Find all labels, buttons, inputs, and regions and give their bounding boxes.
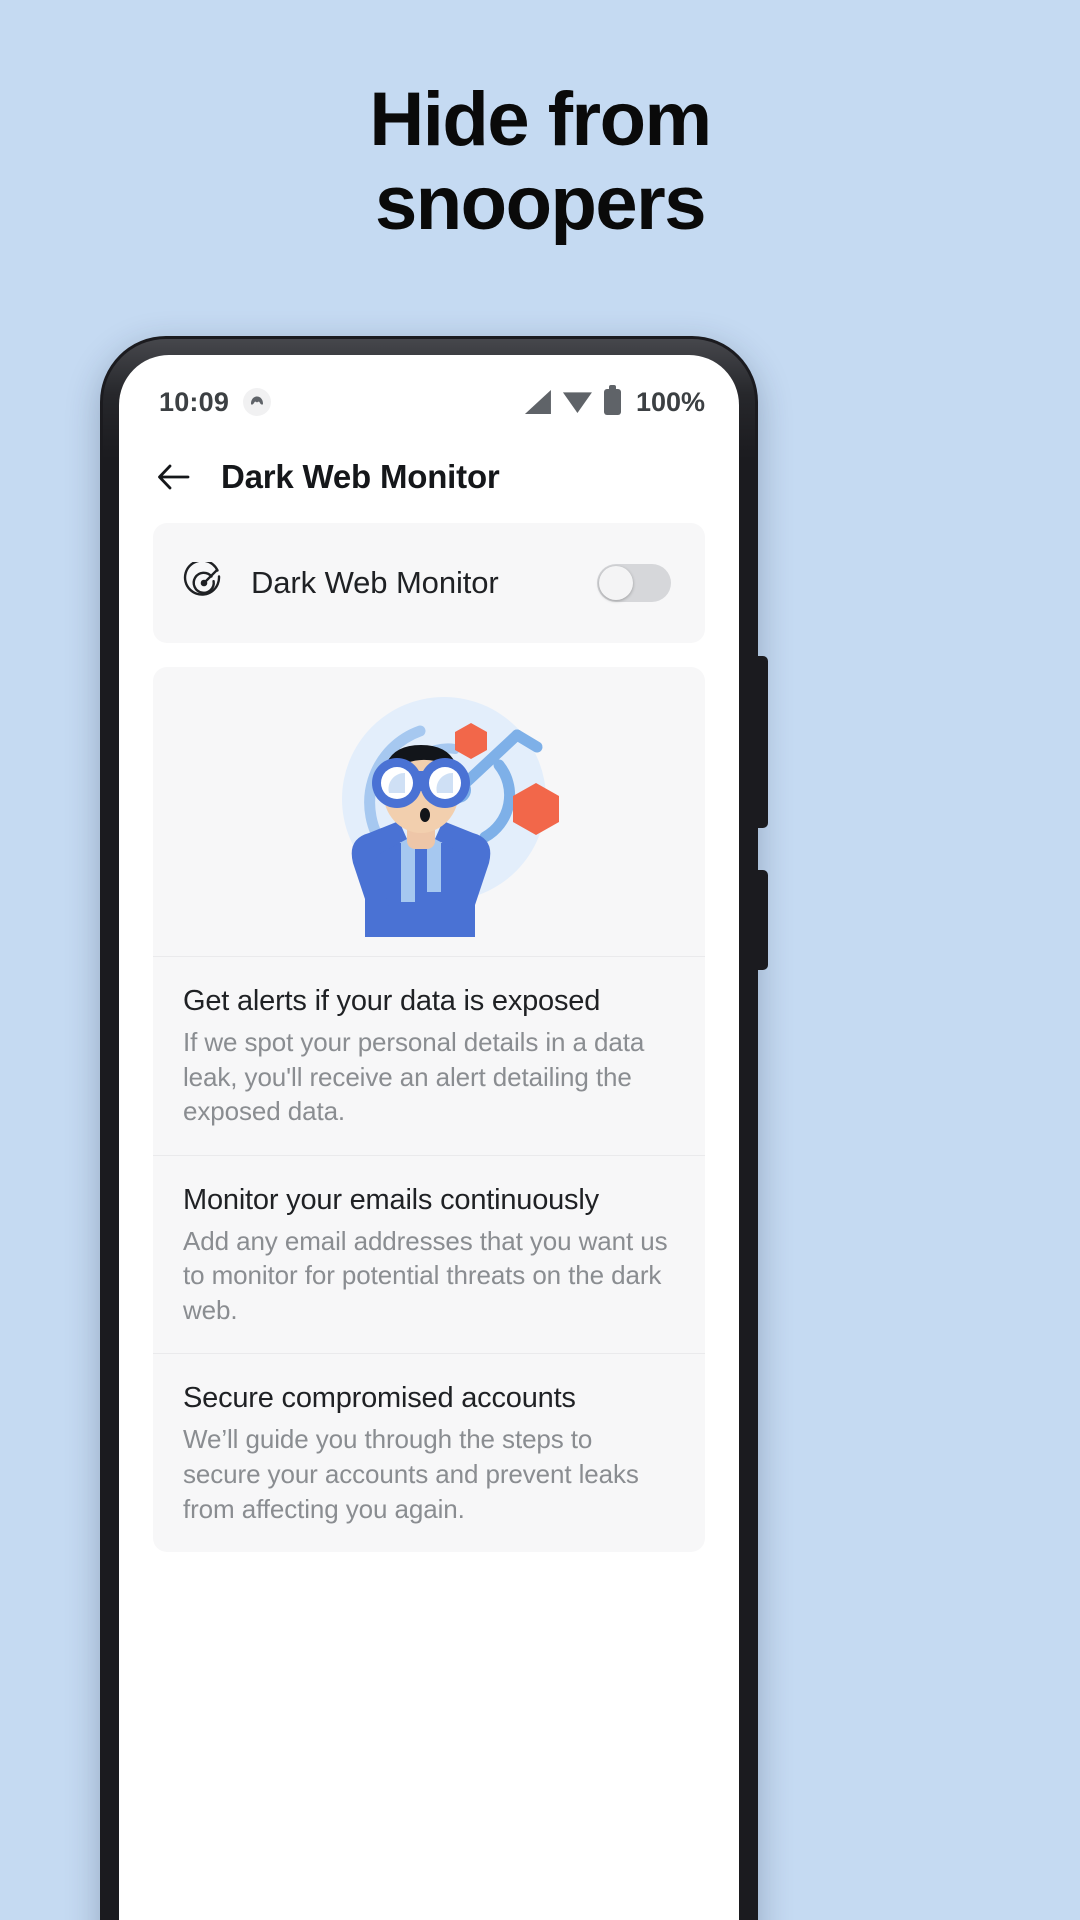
- toggle-label: Dark Web Monitor: [251, 565, 499, 600]
- hero-illustration: [153, 667, 705, 957]
- feature-title: Get alerts if your data is exposed: [183, 985, 601, 1017]
- status-bar-right: 100%: [524, 385, 705, 418]
- phone-volume-button: [756, 870, 768, 970]
- dark-web-monitor-info-card: Get alerts if your data is exposed If we…: [153, 667, 705, 1553]
- status-time: 10:09: [159, 386, 230, 417]
- dark-web-monitor-switch[interactable]: [597, 564, 671, 602]
- phone-screen: 10:09 100% Dark Web Monitor Dark Web Mon…: [119, 355, 739, 1920]
- toggle-row[interactable]: Dark Web Monitor: [153, 523, 705, 643]
- status-bar: 10:09 100%: [119, 355, 739, 431]
- feature-item: Monitor your emails continuously Add any…: [153, 1156, 705, 1355]
- page-title: Dark Web Monitor: [221, 458, 500, 495]
- battery-percent-label: 100%: [635, 386, 705, 417]
- feature-title: Monitor your emails continuously: [183, 1183, 599, 1216]
- person-with-binoculars-radar-illustration: [342, 696, 559, 937]
- app-bar: Dark Web Monitor: [119, 431, 739, 523]
- app-notification-icon: [243, 388, 272, 416]
- switch-knob: [599, 566, 633, 600]
- dark-web-monitor-toggle-card[interactable]: Dark Web Monitor: [153, 523, 705, 643]
- feature-title: Secure compromised accounts: [183, 1382, 576, 1415]
- feature-description: If we spot your personal details in a da…: [183, 1027, 645, 1127]
- feature-item: Secure compromised accounts We’ll guide …: [153, 1354, 705, 1552]
- promo-headline: Hide from snoopers: [0, 78, 1080, 245]
- back-arrow-icon[interactable]: [155, 459, 191, 495]
- feature-description: Add any email addresses that you want us…: [183, 1225, 668, 1325]
- promo-headline-line-1: Hide from: [369, 77, 712, 162]
- status-bar-left: 10:09: [159, 386, 272, 418]
- promo-headline-line-2: snoopers: [374, 160, 707, 246]
- radar-target-icon: [183, 559, 225, 604]
- feature-item: Get alerts if your data is exposed If we…: [153, 957, 705, 1156]
- signal-icon: [524, 390, 551, 414]
- phone-power-button: [756, 656, 768, 828]
- phone-mockup-frame: 10:09 100% Dark Web Monitor Dark Web Mon…: [100, 336, 768, 1920]
- battery-icon: [603, 385, 621, 415]
- wifi-icon: [562, 392, 592, 413]
- feature-description: We’ll guide you through the steps to sec…: [183, 1424, 639, 1524]
